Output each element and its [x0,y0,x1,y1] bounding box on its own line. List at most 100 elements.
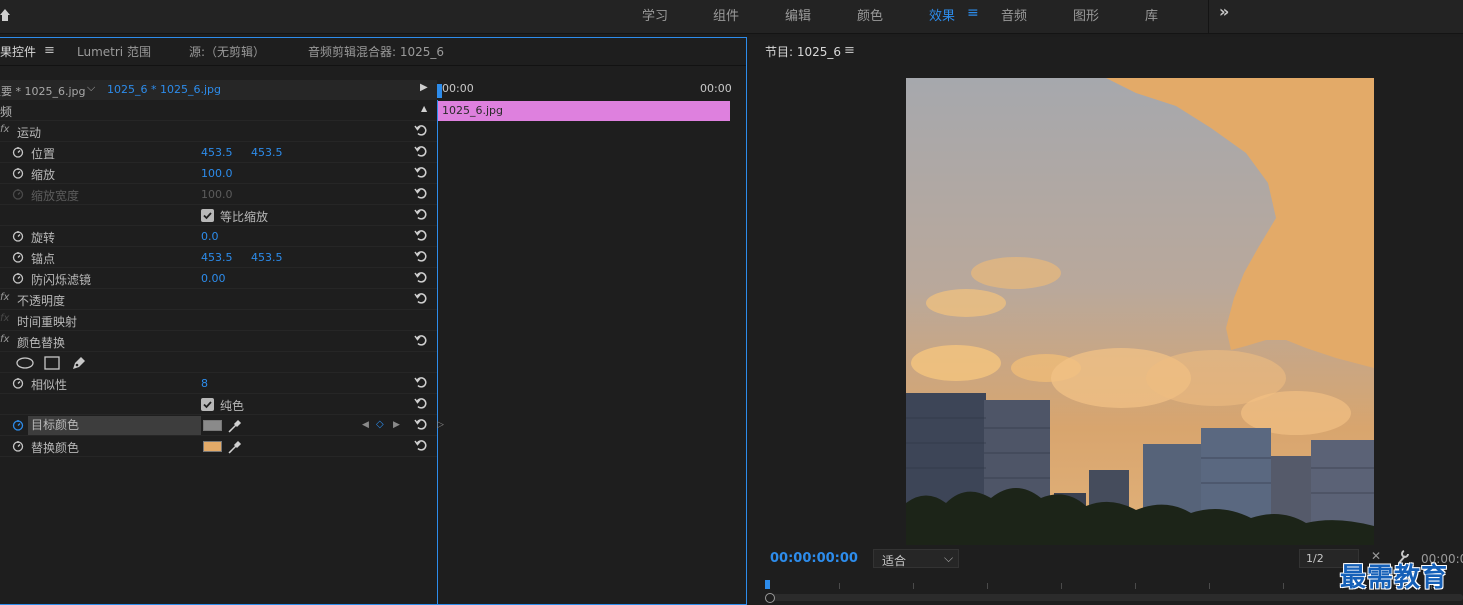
fx-icon[interactable]: fx [0,292,9,303]
fx-icon[interactable]: fx [0,334,9,345]
property-anchor-point: 锚点 453.5 453.5 [0,248,437,268]
property-name: 防闪烁滤镜 [31,273,92,287]
stopwatch-icon[interactable] [12,230,24,242]
reset-icon[interactable] [414,417,428,431]
stopwatch-icon[interactable] [12,272,24,284]
stopwatch-icon [12,189,24,200]
add-keyframe-icon[interactable]: ◇ [376,419,384,430]
rectangle-mask-icon[interactable] [44,356,60,370]
eyedropper-icon[interactable] [227,418,243,434]
chevron-down-icon[interactable]: ⌵ [87,81,95,95]
section-label: 视频 [0,105,13,119]
eyedropper-icon[interactable] [227,439,243,455]
reset-icon[interactable] [414,291,428,305]
playhead-timecode[interactable]: 00:00:00:00 [770,551,858,566]
effect-time-remapping[interactable]: fx 时间重映射 [0,311,437,331]
value[interactable]: 0.0 [201,230,219,243]
uniform-scale-checkbox[interactable] [201,209,214,222]
next-keyframe-icon[interactable]: ▶ [393,420,400,430]
checkbox-label: 等比缩放 [220,210,269,224]
value-y[interactable]: 453.5 [251,146,283,159]
reset-icon[interactable] [414,186,428,200]
value-x[interactable]: 453.5 [201,251,233,264]
fx-icon[interactable]: fx [0,124,9,135]
ellipse-mask-icon[interactable] [16,357,34,369]
more-workspaces-icon[interactable]: » [1219,2,1229,21]
effect-opacity[interactable]: fx 不透明度 [0,290,437,310]
stopwatch-icon[interactable] [12,146,24,158]
timeline-clip[interactable]: 1025_6.jpg [438,101,730,121]
effect-name: 颜色替换 [17,336,66,350]
reset-icon[interactable] [414,228,428,242]
value[interactable]: 8 [201,377,208,390]
workspace-menu-icon[interactable]: ≡ [967,5,979,21]
reset-icon[interactable] [414,333,428,347]
effect-color-replace[interactable]: fx 颜色替换 [0,332,437,352]
timeline-end-time: 00:00 [700,82,732,95]
workspace-tab-editing[interactable]: 编辑 [785,5,811,24]
mask-tools-row [0,353,437,373]
workspace-tab-learn[interactable]: 学习 [642,5,668,24]
value-x[interactable]: 453.5 [201,146,233,159]
zoom-scrollbar[interactable] [765,594,1463,601]
reset-icon[interactable] [414,165,428,179]
workspace-tab-assembly[interactable]: 组件 [713,5,739,24]
value[interactable]: 0.00 [201,272,226,285]
panel-menu-icon[interactable]: ≡ [44,43,55,58]
property-uniform-scale: 等比缩放 [0,206,437,226]
reset-icon[interactable] [414,144,428,158]
stopwatch-icon[interactable] [12,419,24,431]
reset-icon[interactable] [414,375,428,389]
tab-source[interactable]: 源:（无剪辑） [189,43,265,60]
tab-lumetri-scopes[interactable]: Lumetri 范围 [77,43,151,60]
workspace-tab-effects[interactable]: 效果 [929,5,955,24]
scrollbar-handle[interactable] [765,593,775,603]
reset-icon[interactable] [414,249,428,263]
workspace-tab-color[interactable]: 颜色 [857,5,883,24]
previous-keyframe-icon[interactable]: ◀ [362,420,369,430]
reset-icon[interactable] [414,123,428,137]
workspace-tab-graphics[interactable]: 图形 [1073,5,1099,24]
stopwatch-icon[interactable] [12,251,24,263]
playhead[interactable] [765,580,770,589]
workspace-tab-audio[interactable]: 音频 [1001,5,1027,24]
stopwatch-icon[interactable] [12,167,24,179]
fx-icon: fx [0,313,10,324]
reset-icon[interactable] [414,396,428,410]
target-color-swatch[interactable] [203,420,222,431]
solid-colors-checkbox[interactable] [201,398,214,411]
keyframe-marker-icon[interactable]: ▷ [437,420,444,430]
property-target-color: 目标颜色 ◀ ◇ ▶ [0,416,437,436]
zoom-level-select[interactable]: 适合 ⌵ [873,549,959,568]
value-y[interactable]: 453.5 [251,251,283,264]
video-section-header: 视频 ▲ [0,101,437,121]
reset-icon[interactable] [414,207,428,221]
timeline-start-time: 00:00 [442,82,474,95]
checkbox-label: 纯色 [220,399,245,413]
reset-icon[interactable] [414,270,428,284]
stopwatch-icon[interactable] [12,440,24,452]
program-frame-image[interactable] [906,78,1374,545]
home-icon[interactable] [0,8,10,22]
tab-audio-clip-mixer[interactable]: 音频剪辑混合器: 1025_6 [308,43,444,60]
stopwatch-icon[interactable] [12,377,24,389]
tab-effect-controls[interactable]: 效果控件 [0,43,36,60]
value[interactable]: 100.0 [201,167,233,180]
value: 100.0 [201,188,233,201]
effect-motion[interactable]: fx 运动 [0,122,437,142]
property-name: 目标颜色 [28,416,201,435]
effect-timeline-ruler[interactable]: 00:00 00:00 [437,80,746,100]
scroll-up-icon[interactable]: ▲ [421,104,427,113]
property-scale-width: 缩放宽度 100.0 [0,185,437,205]
sequence-clip-label[interactable]: 1025_6 * 1025_6.jpg [107,83,221,96]
watermark-logo: 最需教育 [1340,563,1449,593]
program-monitor-title[interactable]: 节目: 1025_6 [765,43,841,60]
master-clip-label[interactable]: 主要 * 1025_6.jpg [0,83,86,99]
replace-color-swatch[interactable] [203,441,222,452]
panel-menu-icon[interactable]: ≡ [844,43,855,58]
pen-mask-icon[interactable] [71,355,87,371]
workspace-tab-libraries[interactable]: 库 [1145,5,1158,24]
clip-name: 1025_6.jpg [442,104,504,117]
play-icon[interactable]: ▶ [420,82,428,93]
reset-icon[interactable] [414,438,428,452]
